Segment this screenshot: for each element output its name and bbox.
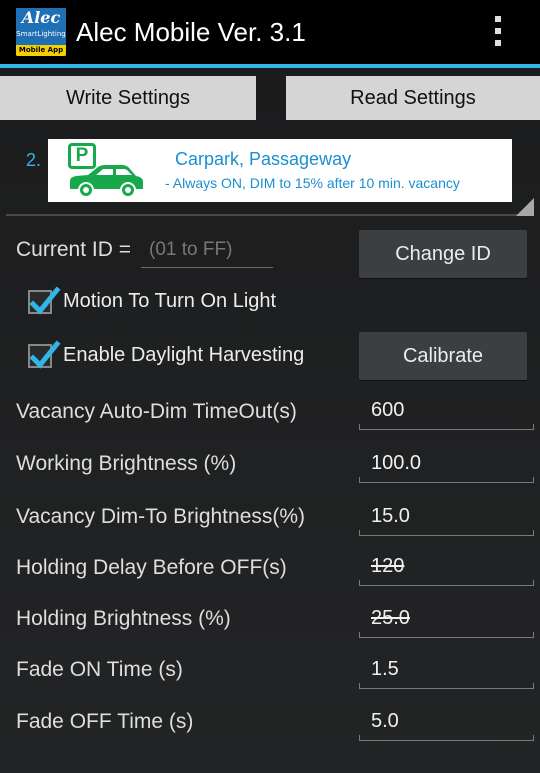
check-icon [29,340,61,369]
setting-label: Holding Delay Before OFF(s) [16,556,287,579]
motion-label[interactable]: Motion To Turn On Light [63,290,276,313]
setting-label: Fade ON Time (s) [16,658,183,681]
daylight-label[interactable]: Enable Daylight Harvesting [63,344,304,367]
setting-label: Fade OFF Time (s) [16,710,194,733]
setting-value[interactable]: 100.0 [371,452,421,475]
calibrate-button[interactable]: Calibrate [359,332,527,380]
setting-value[interactable]: 25.0 [371,607,410,630]
spinner-dropdown-icon[interactable] [516,198,534,216]
setting-label: Working Brightness (%) [16,452,237,475]
profile-spinner[interactable]: P Carpark, Passageway - Always ON, DIM t… [48,139,512,202]
logo-tag: Mobile App [16,45,66,56]
change-id-button[interactable]: Change ID [359,230,527,278]
profile-description: - Always ON, DIM to 15% after 10 min. va… [165,175,460,191]
setting-value[interactable]: 1.5 [371,658,399,681]
read-settings-button[interactable]: Read Settings [286,76,540,120]
current-id-label: Current ID = [16,238,131,261]
setting-field[interactable]: 15.0 [359,502,534,536]
app-title: Alec Mobile Ver. 3.1 [76,17,306,47]
profile-name: Carpark, Passageway [175,149,352,169]
logo-brand: Alec [21,8,61,27]
check-icon [29,286,61,315]
setting-value[interactable]: 120 [371,555,404,578]
setting-field[interactable]: 5.0 [359,707,534,741]
setting-value[interactable]: 5.0 [371,710,399,733]
setting-field-disabled[interactable]: 25.0 [359,604,534,638]
setting-field[interactable]: 600 [359,396,534,430]
setting-value[interactable]: 600 [371,399,404,422]
spinner-underline [6,214,534,216]
action-bar-divider [0,64,540,68]
id-input[interactable] [149,236,269,264]
daylight-checkbox[interactable] [28,340,61,369]
setting-label: Holding Brightness (%) [16,607,231,630]
write-settings-button[interactable]: Write Settings [0,76,256,120]
setting-field[interactable]: 1.5 [359,655,534,689]
motion-checkbox[interactable] [28,286,61,315]
app-logo: Alec SmartLighting Mobile App [16,8,66,56]
setting-value[interactable]: 15.0 [371,505,410,528]
setting-field[interactable]: 100.0 [359,449,534,483]
overflow-menu-icon[interactable] [487,16,509,50]
car-icon [70,165,143,198]
setting-label: Vacancy Auto-Dim TimeOut(s) [16,400,297,423]
logo-sub: SmartLighting [16,30,66,38]
setting-label: Vacancy Dim-To Brightness(%) [16,505,306,528]
id-field[interactable] [141,236,273,268]
setting-field-disabled[interactable]: 120 [359,552,534,586]
profile-number: 2. [26,150,42,170]
